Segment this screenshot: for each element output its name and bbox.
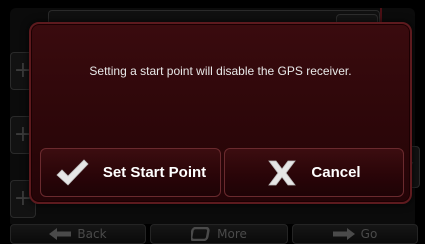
cancel-label: Cancel xyxy=(311,164,361,181)
arrow-left-icon xyxy=(49,228,72,240)
confirmation-dialog: Setting a start point will disable the G… xyxy=(29,22,412,204)
more-label: More xyxy=(217,227,247,241)
cancel-button[interactable]: Cancel xyxy=(224,148,404,197)
go-button[interactable]: Go xyxy=(292,224,418,244)
more-icon xyxy=(191,227,211,241)
set-start-point-button[interactable]: Set Start Point xyxy=(40,148,221,197)
more-button[interactable]: More xyxy=(150,224,288,244)
back-label: Back xyxy=(77,227,107,241)
close-icon xyxy=(267,159,297,187)
go-label: Go xyxy=(360,227,378,241)
arrow-right-icon xyxy=(332,228,355,240)
set-start-point-label: Set Start Point xyxy=(102,164,207,181)
checkmark-icon xyxy=(55,158,89,187)
dialog-message: Setting a start point will disable the G… xyxy=(89,64,352,78)
back-button[interactable]: Back xyxy=(10,224,146,244)
